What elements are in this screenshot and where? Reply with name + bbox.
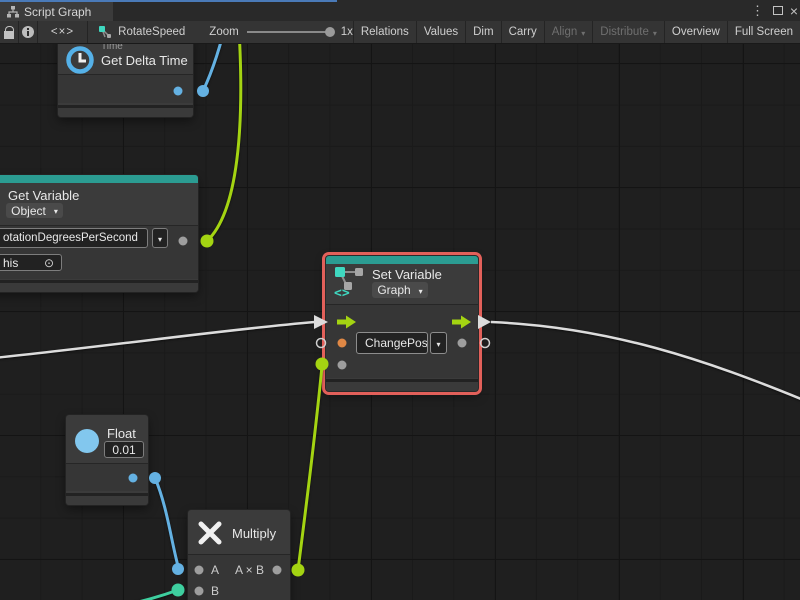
variable-name-dropdown[interactable]: ▾ — [430, 332, 447, 354]
graph-window-icon — [7, 6, 19, 18]
maximize-icon[interactable] — [773, 0, 783, 21]
chevron-down-icon: ▾ — [653, 29, 657, 38]
node-footer — [66, 493, 148, 505]
node-title: Set Variable — [372, 267, 442, 282]
chevron-down-icon: ▾ — [436, 340, 440, 349]
set-variable-icon: <> — [333, 266, 369, 298]
node-set-variable[interactable]: <> Set Variable Graph ▾ ChangePos ▾ — [326, 256, 478, 391]
dim-button[interactable]: Dim — [465, 21, 500, 43]
graph-name: RotateSpeed — [118, 26, 185, 38]
node-title: Get Delta Time — [101, 53, 188, 68]
port-label-b: B — [211, 584, 219, 598]
chevron-down-icon: ▾ — [581, 29, 585, 38]
zoom-slider[interactable] — [247, 31, 333, 33]
info-icon — [22, 26, 34, 38]
graph-toolbar: <×> RotateSpeed Zoom 1x Relations Values… — [0, 21, 800, 44]
variable-name-field[interactable]: ChangePos — [356, 332, 428, 354]
tab-label: Script Graph — [24, 5, 91, 19]
node-port-area — [188, 554, 290, 600]
node-float[interactable]: Float 0.01 — [66, 415, 148, 505]
info-button[interactable] — [19, 21, 38, 43]
variable-accent-strip — [326, 256, 478, 264]
svg-text:<>: <> — [334, 286, 350, 298]
button-label: Align — [552, 26, 578, 38]
port-label-result: A × B — [235, 563, 264, 577]
scope-label: Object — [11, 204, 46, 218]
zoom-label: Zoom — [209, 26, 238, 38]
distribute-button[interactable]: Distribute ▾ — [592, 21, 664, 43]
chevron-down-icon: ▾ — [158, 235, 162, 244]
variable-accent-strip — [0, 175, 198, 183]
variable-name-dropdown[interactable]: ▾ — [152, 228, 168, 248]
node-get-variable[interactable]: Get Variable Object ▾ otationDegreesPerSe… — [0, 175, 198, 292]
float-icon — [75, 429, 99, 453]
variable-name-field[interactable]: otationDegreesPerSecond — [0, 228, 148, 248]
lock-button[interactable] — [0, 21, 19, 43]
zoom-control: Zoom 1x — [195, 21, 353, 43]
relations-button[interactable]: Relations — [353, 21, 416, 43]
target-value: his — [3, 256, 18, 270]
button-label: Distribute — [600, 26, 649, 38]
chevron-down-icon: ▾ — [54, 207, 58, 216]
zoom-slider-thumb[interactable] — [325, 27, 335, 37]
node-title: Float — [107, 426, 136, 441]
code-icon: <×> — [51, 26, 74, 38]
edit-graph-button[interactable]: <×> — [38, 21, 88, 43]
variable-name-value: otationDegreesPerSecond — [3, 232, 138, 244]
variable-name-value: ChangePos — [365, 336, 428, 350]
tab-bar: Script Graph ⋮ × — [0, 0, 800, 21]
values-button[interactable]: Values — [416, 21, 465, 43]
align-button[interactable]: Align ▾ — [544, 21, 593, 43]
button-label: Full Screen — [735, 26, 793, 38]
carry-button[interactable]: Carry — [501, 21, 544, 43]
float-value-field[interactable]: 0.01 — [104, 441, 144, 458]
zoom-value: 1x — [341, 26, 353, 38]
button-label: Overview — [672, 26, 720, 38]
graph-asset-icon — [98, 25, 112, 39]
node-footer — [326, 379, 478, 391]
button-label: Dim — [473, 26, 493, 38]
node-get-delta-time[interactable]: Time Get Delta Time — [58, 36, 193, 117]
tab-script-graph[interactable]: Script Graph — [0, 2, 113, 21]
float-value: 0.01 — [112, 443, 135, 457]
object-picker-icon[interactable]: ⊙ — [44, 256, 54, 270]
variable-scope-dropdown[interactable]: Graph ▾ — [372, 282, 428, 298]
node-multiply[interactable]: Multiply A A × B B — [188, 510, 290, 600]
multiply-icon — [197, 520, 223, 546]
close-icon[interactable]: × — [790, 0, 798, 21]
chevron-down-icon: ▾ — [419, 287, 423, 296]
node-footer — [0, 280, 198, 292]
window-menu-icon[interactable]: ⋮ — [751, 0, 764, 21]
node-footer — [58, 105, 193, 117]
fullscreen-button[interactable]: Full Screen — [727, 21, 800, 43]
scope-label: Graph — [377, 283, 410, 297]
script-graph-window: Time Get Delta Time Get Variable Object ▾… — [0, 0, 800, 600]
button-label: Carry — [509, 26, 537, 38]
node-title: Multiply — [232, 526, 276, 541]
target-object-field[interactable]: his ⊙ — [0, 254, 62, 271]
overview-button[interactable]: Overview — [664, 21, 727, 43]
node-title: Get Variable — [8, 188, 79, 203]
node-port-area — [66, 463, 148, 491]
node-port-area — [58, 74, 193, 103]
lock-icon — [4, 31, 14, 39]
button-label: Values — [424, 26, 458, 38]
port-label-a: A — [211, 563, 219, 577]
variable-scope-dropdown[interactable]: Object ▾ — [6, 203, 63, 218]
clock-icon — [65, 45, 95, 75]
graph-breadcrumb[interactable]: RotateSpeed — [88, 21, 195, 43]
button-label: Relations — [361, 26, 409, 38]
